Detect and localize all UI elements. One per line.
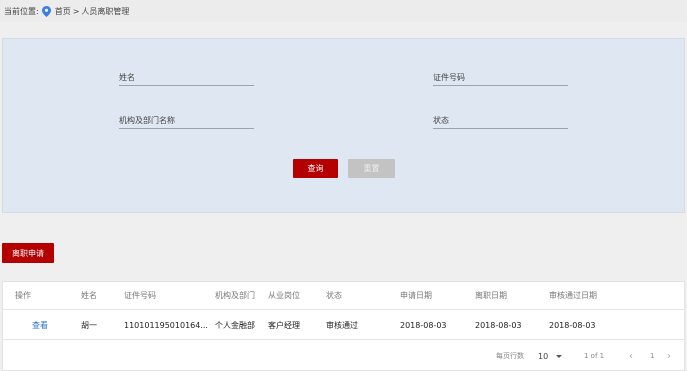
- cell-status: 审核通过: [326, 321, 358, 330]
- column-header-name: 姓名: [81, 291, 97, 300]
- column-header-approve-date: 审核通过日期: [549, 291, 597, 300]
- query-button[interactable]: 查询: [293, 159, 338, 178]
- table-row: 查看 胡一 110101195010164... 个人金融部 客户经理 审核通过…: [3, 312, 684, 340]
- status-input[interactable]: [433, 113, 568, 128]
- cell-approve-date: 2018-08-03: [549, 321, 596, 330]
- resign-apply-button[interactable]: 离职申请: [2, 243, 54, 263]
- breadcrumb-separator: >: [72, 6, 80, 16]
- cell-name: 胡一: [81, 321, 97, 330]
- column-header-id-number: 证件号码: [124, 291, 156, 300]
- chevron-right-icon[interactable]: ›: [667, 342, 671, 370]
- org-input[interactable]: [119, 113, 254, 128]
- view-link-label[interactable]: 查看: [32, 320, 48, 331]
- breadcrumb-current: 人员离职管理: [81, 6, 130, 16]
- cell-apply-date: 2018-08-03: [400, 321, 447, 330]
- column-header-leave-date: 离职日期: [475, 291, 507, 300]
- search-panel: 查询 重置: [2, 38, 685, 213]
- name-input[interactable]: [119, 70, 254, 85]
- pagination: 每页行数 10 1 of 1 ‹ 1 ›: [3, 342, 684, 370]
- view-link[interactable]: 查看: [32, 312, 48, 339]
- page-size-select[interactable]: 10: [538, 342, 563, 370]
- breadcrumb-home-link[interactable]: 首页: [55, 6, 71, 17]
- caret-down-icon: [556, 354, 563, 358]
- rows-per-page-label: 每页行数: [496, 352, 524, 360]
- id-number-input[interactable]: [433, 70, 568, 85]
- breadcrumb: 当前位置: 首页 > 人员离职管理: [0, 0, 687, 22]
- page-size-value: 10: [538, 351, 549, 361]
- cell-org: 个人金融部: [215, 321, 255, 330]
- cell-leave-date: 2018-08-03: [475, 321, 522, 330]
- column-header-position: 从业岗位: [268, 291, 300, 300]
- column-header-org: 机构及部门: [215, 291, 255, 300]
- cell-id-number: 110101195010164...: [124, 321, 208, 330]
- name-field: [119, 70, 254, 86]
- column-header-action: 操作: [15, 291, 31, 300]
- breadcrumb-label: 当前位置:: [4, 6, 39, 16]
- id-number-field: [433, 70, 568, 86]
- chevron-left-icon[interactable]: ‹: [629, 342, 633, 370]
- column-header-status: 状态: [326, 291, 342, 300]
- status-field: [433, 113, 568, 129]
- location-pin-icon: [41, 5, 51, 17]
- org-field: [119, 113, 254, 129]
- column-header-apply-date: 申请日期: [400, 291, 432, 300]
- page-range: 1 of 1: [584, 352, 605, 360]
- table-header: 操作 姓名 证件号码 机构及部门 从业岗位 状态 申请日期 离职日期 审核通过日…: [3, 282, 684, 310]
- cell-position: 客户经理: [268, 321, 300, 330]
- reset-button[interactable]: 重置: [348, 159, 395, 178]
- resignation-table: 操作 姓名 证件号码 机构及部门 从业岗位 状态 申请日期 离职日期 审核通过日…: [2, 281, 685, 371]
- current-page[interactable]: 1: [650, 342, 654, 370]
